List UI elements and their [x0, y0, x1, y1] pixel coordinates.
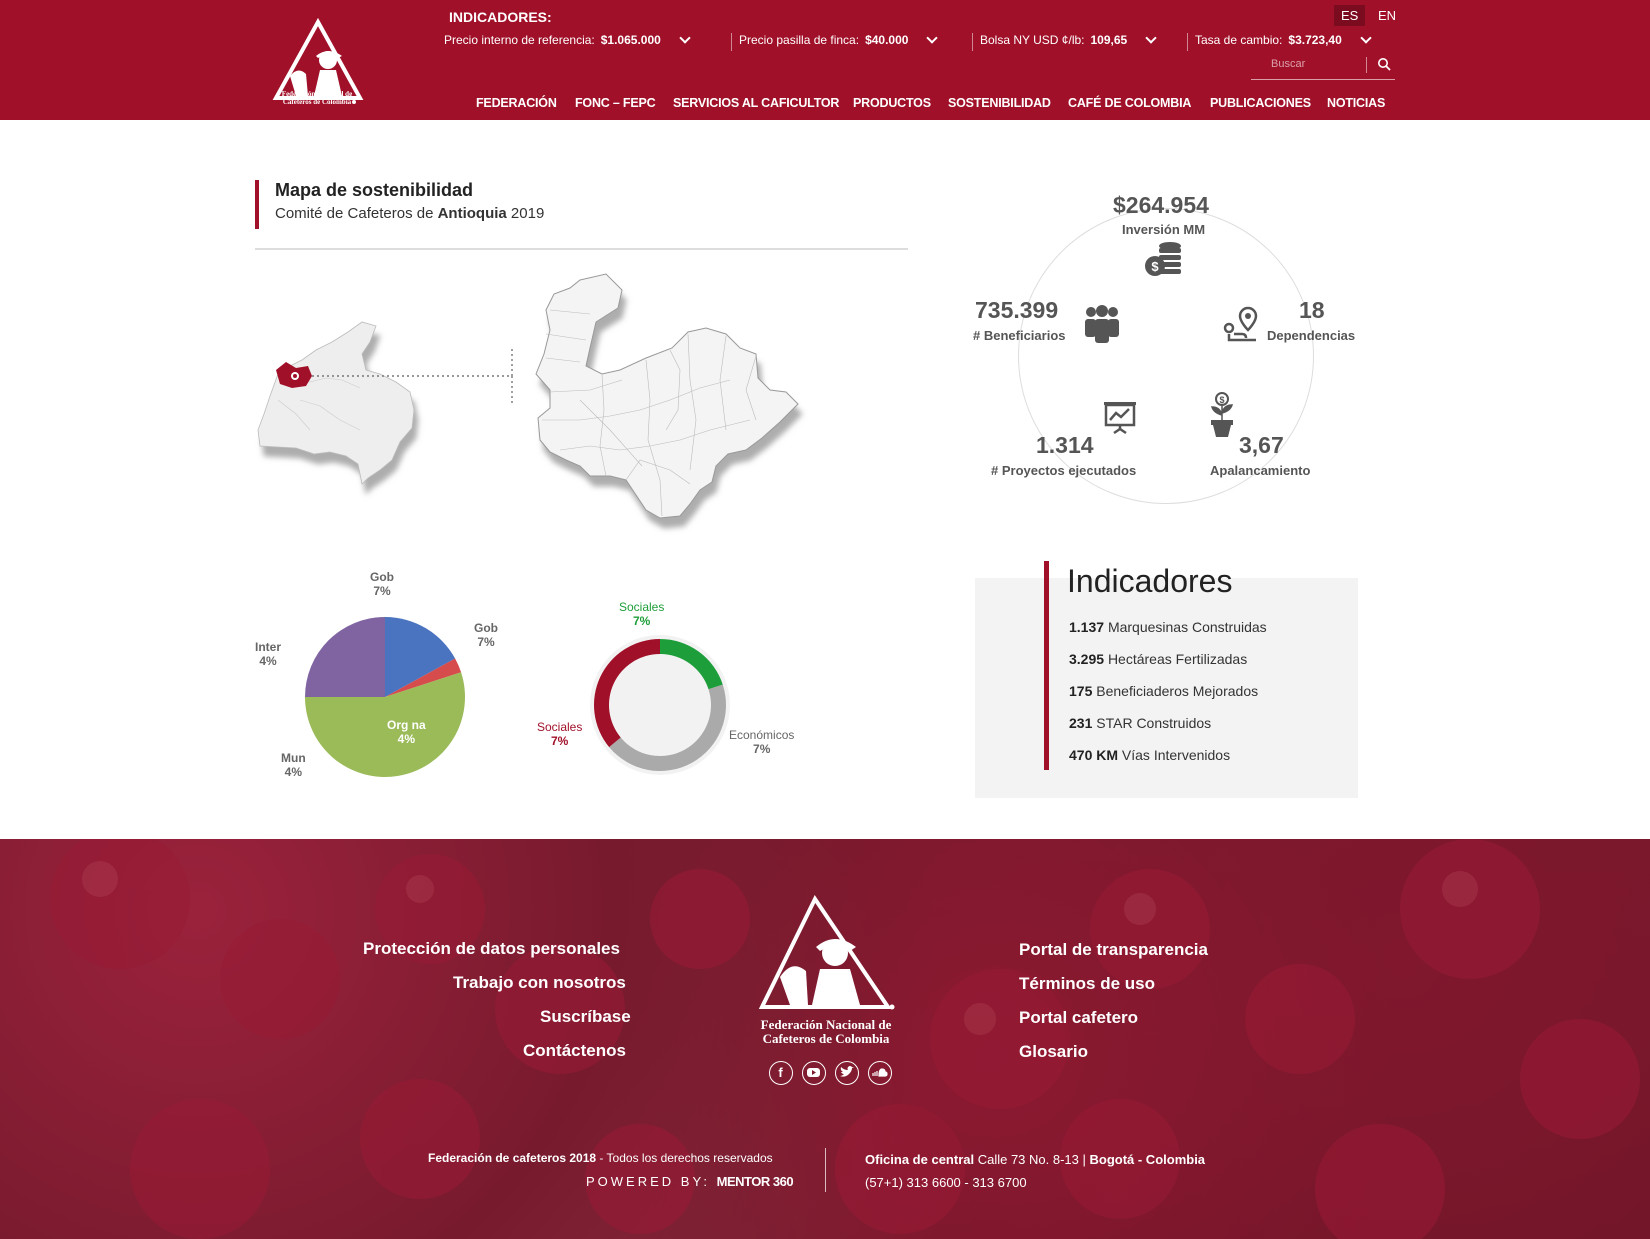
indicator-row: 175 Beneficiaderos Mejorados [1069, 683, 1259, 699]
indicator-pasilla-price[interactable]: Precio pasilla de finca: $40.000 [731, 31, 939, 51]
office-phones: (57+1) 313 6600 - 313 6700 [865, 1175, 1027, 1190]
youtube-icon[interactable] [802, 1061, 826, 1085]
pie-label-gob-top: Gob 7% [370, 570, 394, 598]
stat-investment-value: $264.954 [1113, 192, 1209, 218]
powered-by: POWERED BY: MENTOR 360 [586, 1174, 794, 1189]
indicators-accent-bar [1044, 561, 1049, 770]
pie-slice-4[interactable] [305, 617, 385, 697]
maps-illustration [257, 273, 799, 519]
indicator-row: 231 STAR Construidos [1069, 715, 1212, 731]
pie-label-inter: Inter 4% [255, 640, 282, 668]
svg-text:$: $ [1219, 395, 1224, 405]
search-input[interactable]: Buscar [1251, 54, 1395, 80]
mentor360-logo[interactable]: MENTOR 360 [717, 1174, 794, 1189]
stat-dependencies-value: 18 [1299, 297, 1325, 323]
stat-investment-label: Inversión MM [1122, 222, 1206, 237]
footer-divider [825, 1148, 826, 1192]
nav-fonc-fepc[interactable]: FONC – FEPC [575, 96, 656, 110]
soundcloud-icon[interactable] [868, 1061, 892, 1085]
chevron-down-icon[interactable] [1360, 31, 1372, 44]
stat-leverage-value: 3,67 [1239, 432, 1284, 458]
pie-label-mun: Mun 4% [281, 751, 306, 779]
section-heading: Mapa de sostenibilidad Comité de Cafeter… [255, 180, 544, 229]
copyright-text: Federación de cafeteros 2018 - Todos los… [428, 1151, 773, 1165]
indicator-ny-exchange[interactable]: Bolsa NY USD ¢/lb: 109,65 [972, 31, 1157, 51]
stat-projects-label: # Proyectos ejecutados [991, 463, 1137, 478]
coins-icon: $ [1145, 242, 1181, 276]
footer-link-contact[interactable]: Contáctenos [523, 1041, 626, 1061]
page-title: Mapa de sostenibilidad [275, 180, 474, 200]
nav-servicios[interactable]: SERVICIOS AL CAFICULTOR [673, 96, 839, 110]
chevron-down-icon[interactable] [926, 31, 939, 44]
money-plant-icon: $ [1210, 392, 1234, 437]
footer-link-coffee-portal[interactable]: Portal cafetero [1019, 1008, 1138, 1028]
indicators-panel-title: Indicadores [1067, 563, 1233, 599]
nav-productos[interactable]: PRODUCTOS [853, 96, 931, 110]
footer-link-glossary[interactable]: Glosario [1019, 1042, 1088, 1062]
footer-link-subscribe[interactable]: Suscríbase [540, 1007, 631, 1027]
lang-en-button[interactable]: EN [1371, 5, 1403, 26]
antioquia-map[interactable] [535, 273, 799, 519]
pie-label-gob-right: Gob 7% [474, 621, 498, 649]
fnc-footer-logo-icon[interactable] [750, 895, 900, 1015]
donut-label-sociales-top: Sociales 7% [619, 600, 665, 628]
stat-beneficiaries-label: # Beneficiarios [973, 328, 1066, 343]
indicator-row: 1.137 Marquesinas Construidas [1069, 619, 1267, 635]
footer-link-terms[interactable]: Términos de uso [1019, 974, 1155, 994]
search-icon[interactable] [1377, 57, 1391, 71]
office-address: Oficina de central Calle 73 No. 8-13 | B… [865, 1152, 1206, 1167]
footer-link-transparency[interactable]: Portal de transparencia [1019, 940, 1208, 960]
page-subtitle: Comité de Cafeteros de Antioquia 2019 [275, 205, 545, 222]
stat-beneficiaries-value: 735.399 [975, 297, 1059, 323]
footer-logo-caption: Federación Nacional de Cafeteros de Colom… [760, 1017, 892, 1046]
facebook-icon[interactable]: f [769, 1061, 793, 1085]
people-icon [1085, 305, 1119, 343]
site-header: Federación Nacional de Cafeteros de Colom… [0, 0, 1650, 120]
indicator-internal-price[interactable]: Precio interno de referencia: $1.065.000 [444, 31, 691, 47]
pie-label-org: Org na 4% [387, 718, 426, 746]
indicator-row: 3.295 Hectáreas Fertilizadas [1069, 651, 1248, 667]
indicators-title: INDICADORES: [449, 9, 552, 25]
footer-link-jobs[interactable]: Trabajo con nosotros [453, 973, 626, 993]
nav-cafe-colombia[interactable]: CAFÉ DE COLOMBIA [1068, 96, 1191, 110]
lang-es-button[interactable]: ES [1334, 5, 1366, 26]
nav-publicaciones[interactable]: PUBLICACIONES [1210, 96, 1311, 110]
map-pin-route-icon [1223, 306, 1258, 342]
indicator-row: 470 KM Vías Intervenidos [1069, 747, 1231, 763]
nav-sostenibilidad[interactable]: SOSTENIBILIDAD [948, 96, 1051, 110]
pie-chart [305, 617, 465, 777]
nav-federacion[interactable]: FEDERACIÓN [476, 96, 557, 110]
donut-chart [590, 635, 730, 775]
presentation-chart-icon [1104, 402, 1136, 435]
svg-text:f: f [778, 1065, 783, 1080]
logo-caption: Federación Nacional de Cafeteros de Colom… [281, 90, 353, 106]
twitter-icon[interactable] [835, 1061, 859, 1085]
nav-noticias[interactable]: NOTICIAS [1327, 96, 1385, 110]
stat-dependencies-label: Dependencias [1267, 328, 1356, 343]
donut-label-economicos: Económicos 7% [729, 728, 795, 756]
chevron-down-icon[interactable] [1145, 31, 1157, 44]
svg-text:$: $ [1151, 259, 1159, 274]
chevron-down-icon[interactable] [679, 31, 691, 44]
colombia-map[interactable] [257, 321, 415, 485]
divider [255, 248, 908, 250]
footer-link-privacy[interactable]: Protección de datos personales [363, 939, 620, 959]
donut-background [590, 635, 730, 775]
donut-label-sociales-left: Sociales 7% [537, 720, 583, 748]
stat-leverage-label: Apalancamiento [1210, 463, 1311, 478]
stat-projects-value: 1.314 [1036, 432, 1094, 458]
indicator-exchange-rate[interactable]: Tasa de cambio: $3.723,40 [1187, 31, 1372, 51]
